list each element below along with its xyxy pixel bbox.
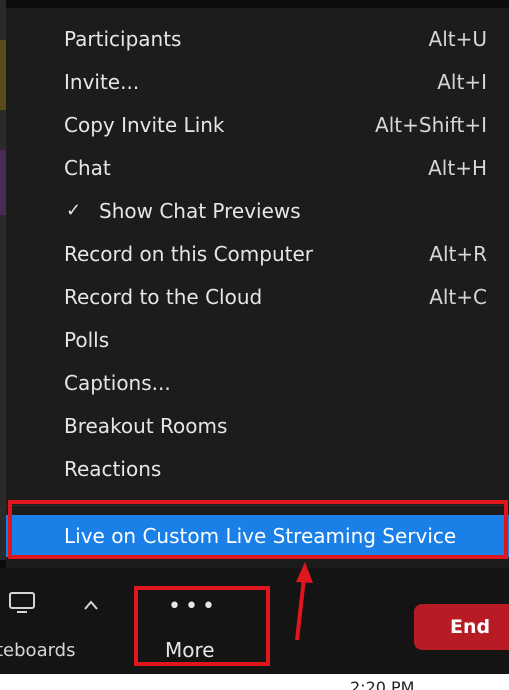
menu-separator (6, 505, 509, 506)
taskbar: 2:20 PM (0, 674, 509, 690)
menu-item-label: Participants (64, 27, 182, 51)
menu-item-label: Copy Invite Link (64, 113, 225, 137)
menu-item-shortcut: Alt+I (437, 70, 487, 94)
menu-item-show-chat-previews[interactable]: ✓ Show Chat Previews (6, 190, 509, 232)
menu-item-shortcut: Alt+Shift+I (375, 113, 487, 137)
whiteboards-label: teboards (0, 640, 76, 661)
menu-item-label: Show Chat Previews (99, 199, 301, 223)
more-dots-icon: ••• (168, 594, 219, 619)
menu-item-label: Reactions (64, 457, 162, 481)
more-label: More (165, 638, 215, 662)
menu-item-shortcut: Alt+U (428, 27, 487, 51)
end-meeting-button[interactable]: End (414, 604, 509, 650)
menu-item-label: Breakout Rooms (64, 414, 228, 438)
menu-item-captions[interactable]: Captions... (6, 362, 509, 404)
menu-item-participants[interactable]: Participants Alt+U (6, 18, 509, 60)
menu-item-shortcut: Alt+C (429, 285, 487, 309)
monitor-icon (9, 592, 35, 613)
menu-item-label: Captions... (64, 371, 171, 395)
menu-item-polls[interactable]: Polls (6, 319, 509, 361)
menu-item-label: Live on Custom Live Streaming Service (64, 524, 457, 548)
whiteboards-button[interactable]: teboards (0, 568, 92, 672)
menu-item-label: Polls (64, 328, 110, 352)
taskbar-clock: 2:20 PM (350, 678, 415, 690)
menu-item-live-custom-streaming[interactable]: Live on Custom Live Streaming Service (6, 515, 509, 557)
menu-item-invite[interactable]: Invite... Alt+I (6, 61, 509, 103)
menu-item-label: Chat (64, 156, 111, 180)
menu-item-record-on-computer[interactable]: Record on this Computer Alt+R (6, 233, 509, 275)
zoom-window: Participants Alt+U Invite... Alt+I Copy … (0, 0, 509, 690)
chevron-up-icon[interactable] (82, 598, 100, 612)
menu-item-label: Record to the Cloud (64, 285, 263, 309)
menu-item-shortcut: Alt+H (428, 156, 487, 180)
menu-item-record-to-cloud[interactable]: Record to the Cloud Alt+C (6, 276, 509, 318)
more-button[interactable]: ••• More (136, 588, 268, 666)
menu-item-reactions[interactable]: Reactions (6, 448, 509, 490)
menu-item-shortcut: Alt+R (429, 242, 487, 266)
menu-item-breakout-rooms[interactable]: Breakout Rooms (6, 405, 509, 447)
menu-item-label: Record on this Computer (64, 242, 314, 266)
menu-item-chat[interactable]: Chat Alt+H (6, 147, 509, 189)
more-options-menu: Participants Alt+U Invite... Alt+I Copy … (6, 8, 509, 568)
menu-item-copy-invite-link[interactable]: Copy Invite Link Alt+Shift+I (6, 104, 509, 146)
menu-item-label: Invite... (64, 70, 140, 94)
checkmark-icon: ✓ (66, 200, 82, 221)
